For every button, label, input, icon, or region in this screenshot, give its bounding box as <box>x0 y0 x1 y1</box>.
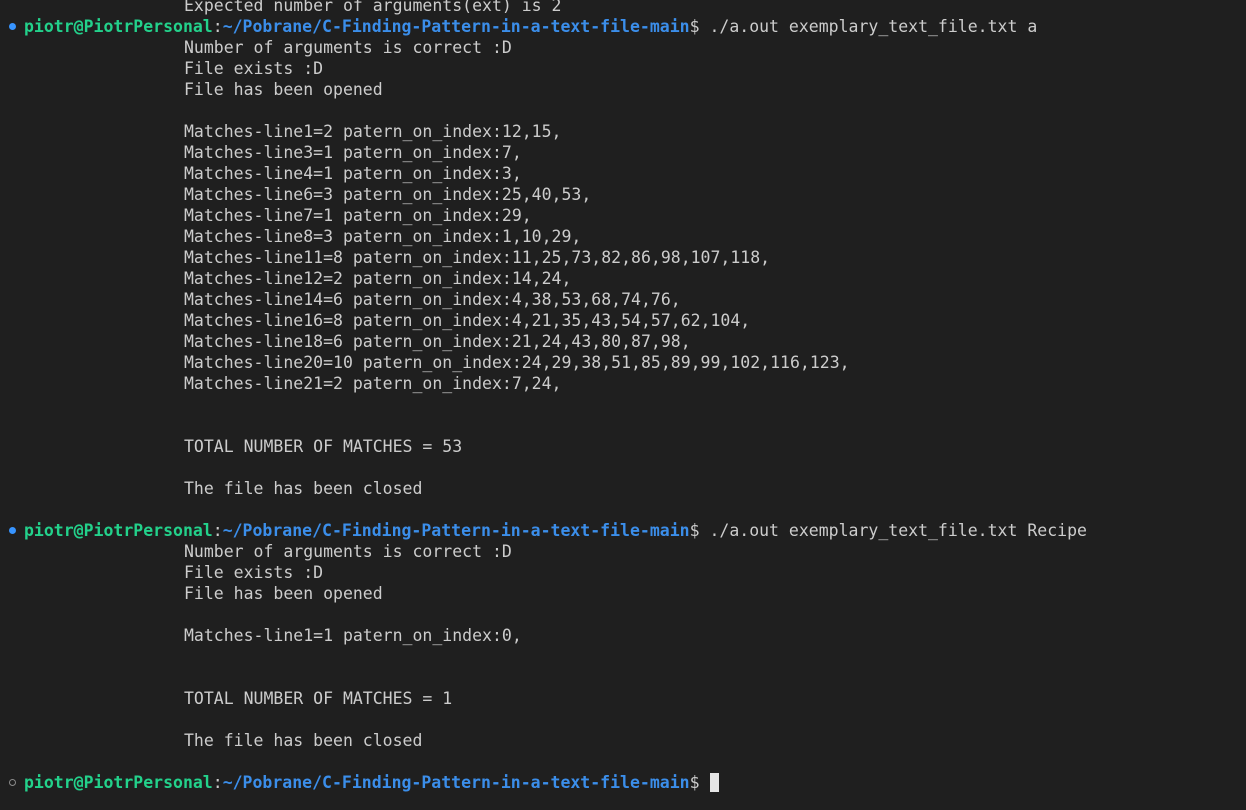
output-line: Matches-line11=8 patern_on_index:11,25,7… <box>184 248 771 267</box>
output-line: File exists :D <box>184 59 324 78</box>
prompt-user-host: piotr@PiotrPersonal <box>24 773 213 792</box>
command-success-decoration-icon[interactable] <box>9 23 16 30</box>
output-line: The file has been closed <box>184 479 423 498</box>
command-idle-decoration-icon[interactable] <box>9 779 16 786</box>
output-line: Matches-line14=6 patern_on_index:4,38,53… <box>184 290 681 309</box>
prompt-colon: : <box>212 17 223 36</box>
prompt-colon: : <box>212 773 223 792</box>
output-line: Matches-line12=2 patern_on_index:14,24, <box>184 269 572 288</box>
output-line: The file has been closed <box>184 731 423 750</box>
prompt-line: piotr@PiotrPersonal:~/Pobrane/C-Finding-… <box>24 520 1087 541</box>
prompt-dollar: $ <box>689 773 710 792</box>
output-line: Matches-line1=1 patern_on_index:0, <box>184 626 522 645</box>
output-line: TOTAL NUMBER OF MATCHES = 53 <box>184 437 463 456</box>
prompt-path: ~/Pobrane/C-Finding-Pattern-in-a-text-fi… <box>222 521 690 540</box>
output-line: Number of arguments is correct :D <box>184 542 512 561</box>
command-text: ./a.out exemplary_text_file.txt a <box>709 17 1038 36</box>
output-line: Matches-line16=8 patern_on_index:4,21,35… <box>184 311 751 330</box>
output-line: Matches-line21=2 patern_on_index:7,24, <box>184 374 562 393</box>
output-line: Number of arguments is correct :D <box>184 38 512 57</box>
terminal-panel[interactable]: Expected number of arguments(ext) is 2 pi… <box>0 0 1246 810</box>
command-text: ./a.out exemplary_text_file.txt Recipe <box>709 521 1087 540</box>
output-line: Matches-line8=3 patern_on_index:1,10,29, <box>184 227 582 246</box>
command-success-decoration-icon[interactable] <box>9 527 16 534</box>
output-line: Matches-line7=1 patern_on_index:29, <box>184 206 532 225</box>
prompt-line: piotr@PiotrPersonal:~/Pobrane/C-Finding-… <box>24 16 1037 37</box>
text-cursor <box>710 773 720 792</box>
output-line: TOTAL NUMBER OF MATCHES = 1 <box>184 689 453 708</box>
prompt-path: ~/Pobrane/C-Finding-Pattern-in-a-text-fi… <box>222 17 690 36</box>
prompt-dollar: $ <box>689 521 710 540</box>
prompt-user-host: piotr@PiotrPersonal <box>24 17 213 36</box>
prompt-user-host: piotr@PiotrPersonal <box>24 521 213 540</box>
prompt-path: ~/Pobrane/C-Finding-Pattern-in-a-text-fi… <box>222 773 690 792</box>
output-line: Matches-line20=10 patern_on_index:24,29,… <box>184 353 850 372</box>
output-line: Matches-line3=1 patern_on_index:7, <box>184 143 522 162</box>
output-line: Matches-line6=3 patern_on_index:25,40,53… <box>184 185 592 204</box>
output-line: File exists :D <box>184 563 324 582</box>
output-line: File has been opened <box>184 80 383 99</box>
output-line: File has been opened <box>184 584 383 603</box>
output-line: Expected number of arguments(ext) is 2 <box>184 0 562 15</box>
prompt-colon: : <box>212 521 223 540</box>
output-line: Matches-line4=1 patern_on_index:3, <box>184 164 522 183</box>
output-line: Matches-line18=6 patern_on_index:21,24,4… <box>184 332 691 351</box>
output-line: Matches-line1=2 patern_on_index:12,15, <box>184 122 562 141</box>
prompt-line: piotr@PiotrPersonal:~/Pobrane/C-Finding-… <box>24 772 720 793</box>
prompt-dollar: $ <box>689 17 710 36</box>
